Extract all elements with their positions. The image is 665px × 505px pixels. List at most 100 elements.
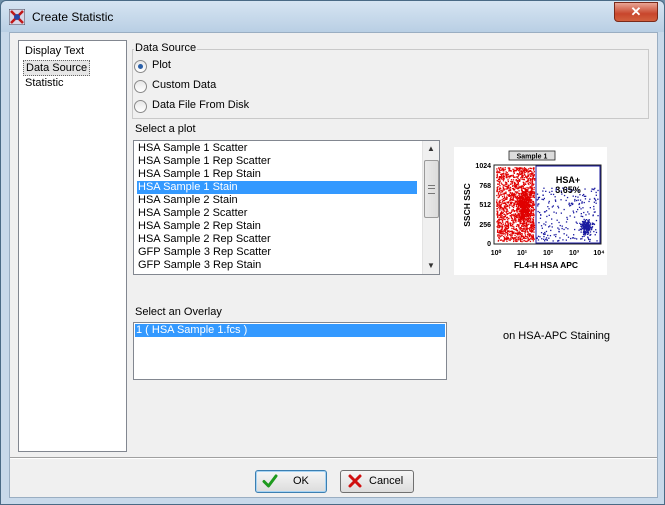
plot-list-item[interactable]: GFP Sample 3 Rep Stain [137, 259, 262, 272]
scatter-dot [513, 216, 516, 218]
scatter-dot [511, 205, 513, 208]
scatter-dot [520, 168, 522, 170]
scatter-dot [510, 217, 513, 219]
nav-item-display-text[interactable]: Display Text [23, 44, 86, 58]
scrollbar-thumb[interactable] [424, 160, 439, 218]
scatter-dot [582, 233, 585, 236]
plot-list-item[interactable]: HSA Sample 2 Rep Stain [137, 220, 262, 233]
scatter-dot [513, 205, 515, 207]
plot-list-item[interactable]: HSA Sample 2 Stain [137, 194, 239, 207]
scroll-down-icon[interactable]: ▼ [423, 258, 439, 274]
scatter-dot [557, 227, 559, 229]
scatter-dot [516, 200, 518, 203]
scatter-dot [575, 199, 578, 202]
scatter-dot [499, 214, 501, 216]
scatter-dot [512, 185, 514, 187]
plot-list-item[interactable]: GFP Sample 3 Rep Scatter [137, 246, 272, 259]
scroll-up-icon[interactable]: ▲ [423, 141, 439, 157]
scatter-dot [498, 234, 501, 236]
scatter-dot [511, 210, 513, 213]
scatter-dot [514, 202, 516, 204]
scatter-dot [496, 203, 498, 205]
scatter-dot [518, 200, 520, 203]
scatter-dot [508, 169, 510, 171]
scatter-dot [501, 169, 503, 171]
scatter-dot [508, 204, 510, 206]
scatter-dot [509, 175, 511, 178]
scatter-dot [513, 183, 516, 186]
scatter-dot [526, 194, 528, 196]
scatter-dot [519, 167, 521, 169]
plot-list-item[interactable]: HSA Sample 2 Rep Scatter [137, 233, 272, 246]
plot-list-scrollbar[interactable]: ▲ ▼ [422, 141, 439, 274]
plot-listbox[interactable]: HSA Sample 1 Scatter HSA Sample 1 Rep Sc… [133, 140, 440, 275]
scatter-dot [539, 211, 541, 214]
scatter-dot [499, 187, 501, 189]
scatter-dot [574, 237, 576, 240]
scatter-dot [583, 228, 586, 230]
plot-list-item-selected[interactable]: HSA Sample 1 Stain [137, 181, 417, 194]
overlay-list-item-selected[interactable]: 1 ( HSA Sample 1.fcs ) [135, 324, 445, 337]
scatter-dot [529, 203, 531, 205]
radio-plot-indicator[interactable] [134, 60, 147, 73]
plot-list-item[interactable]: HSA Sample 1 Rep Stain [137, 168, 262, 181]
scatter-dot [512, 215, 515, 217]
scatter-dot [523, 213, 526, 216]
title-bar[interactable]: Create Statistic ✕ [1, 1, 664, 32]
scatter-dot [588, 233, 590, 235]
scatter-dot [512, 206, 515, 209]
scatter-dot [530, 211, 532, 213]
scatter-dot [531, 209, 533, 211]
scatter-dot [565, 227, 567, 229]
scatter-dot [519, 194, 521, 196]
scatter-dot [513, 176, 515, 179]
scatter-dot [508, 218, 510, 220]
radio-data-file-indicator[interactable] [134, 100, 147, 113]
scatter-dot [511, 219, 513, 221]
scatter-dot [548, 191, 551, 193]
radio-custom-data-indicator[interactable] [134, 80, 147, 93]
scatter-dot [513, 210, 515, 212]
scatter-dot [531, 212, 533, 214]
scatter-dot [588, 228, 590, 230]
scatter-dot [517, 203, 519, 205]
scatter-dot [531, 188, 533, 191]
scatter-dot [529, 230, 532, 232]
scatter-dot [549, 235, 552, 237]
scatter-dot [588, 200, 590, 203]
scatter-dot [498, 238, 500, 240]
scatter-dot [545, 237, 548, 239]
scatter-dot [526, 230, 528, 232]
overlay-listbox[interactable]: 1 ( HSA Sample 1.fcs ) [133, 322, 447, 380]
scatter-dot [530, 238, 533, 240]
plot-list-item[interactable]: HSA Sample 2 Scatter [137, 207, 248, 220]
close-button[interactable]: ✕ [614, 2, 658, 22]
scatter-dot [513, 199, 515, 201]
scatter-dot [512, 179, 515, 181]
scatter-dot [533, 204, 535, 206]
scatter-dot [508, 207, 511, 209]
plot-list-item[interactable]: HSA Sample 1 Rep Scatter [137, 155, 272, 168]
scatter-dot [582, 194, 584, 197]
nav-item-statistic[interactable]: Statistic [23, 76, 66, 90]
ok-button[interactable]: OK [255, 470, 327, 493]
plot-list-item[interactable]: HSA Sample 1 Scatter [137, 142, 248, 155]
scatter-dot [542, 190, 544, 192]
scatter-dot [521, 201, 523, 203]
scatter-dot [594, 234, 596, 236]
scatter-dot [516, 202, 518, 204]
scatter-dot [519, 170, 521, 172]
cancel-button[interactable]: Cancel [340, 470, 414, 493]
scatter-dot [529, 173, 531, 175]
nav-item-data-source[interactable]: Data Source [23, 60, 91, 76]
scatter-dot [516, 196, 518, 198]
scatter-dot [523, 236, 525, 238]
scatter-dot [537, 198, 540, 200]
scatter-dot [527, 174, 529, 176]
scatter-dot [543, 236, 545, 238]
scatter-dot [521, 216, 523, 218]
scatter-dot [521, 225, 523, 227]
scatter-dot [533, 168, 535, 170]
scatter-dot [531, 181, 534, 183]
y-tick-label: 0 [487, 241, 491, 248]
